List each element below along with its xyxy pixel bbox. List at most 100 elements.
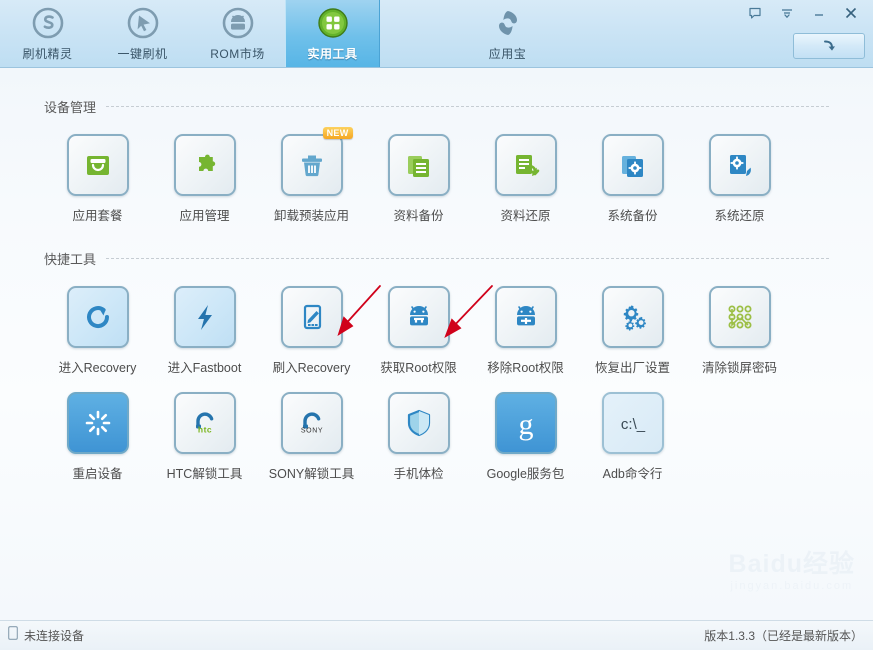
android-root-remove-icon [508, 299, 544, 335]
tool-label: 手机体检 [393, 463, 443, 482]
shield-icon [401, 405, 437, 441]
tool-tile [174, 286, 236, 348]
trash-icon [294, 147, 330, 183]
tool-sony-unlock[interactable]: SONY SONY解锁工具 [258, 392, 365, 482]
htc-unlock-icon: htc [187, 405, 223, 441]
window-controls [739, 0, 867, 26]
menu-icon[interactable] [771, 0, 803, 26]
tools-content-area: 设备管理 应用套餐 [0, 68, 873, 620]
tool-system-backup[interactable]: 系统备份 [579, 134, 686, 224]
svg-text:c:\_: c:\_ [620, 416, 645, 433]
tab-label: ROM市场 [210, 45, 265, 62]
tool-tile [67, 392, 129, 454]
tool-label: 清除锁屏密码 [702, 357, 777, 376]
documents-restore-icon [508, 147, 544, 183]
tool-data-restore[interactable]: 资料还原 [472, 134, 579, 224]
rom-market-icon [220, 5, 256, 41]
watermark: Baidu经验 jingyan.baidu.com [729, 552, 855, 592]
tab-utility-tools[interactable]: 实用工具 [285, 0, 380, 67]
tool-tile [495, 134, 557, 196]
reboot-spinner-icon [80, 405, 116, 441]
minimize-icon[interactable] [803, 0, 835, 26]
tool-remove-root[interactable]: 移除Root权限 [472, 286, 579, 376]
tool-label: 资料备份 [393, 205, 443, 224]
download-button[interactable] [793, 33, 865, 59]
tool-tile [67, 134, 129, 196]
tool-tile [388, 134, 450, 196]
tab-label: 刷机精灵 [22, 45, 72, 62]
svg-text:htc: htc [197, 425, 211, 435]
section-quick-tools: 快捷工具 进入Recovery [44, 246, 829, 482]
tool-get-root[interactable]: 获取Root权限 [365, 286, 472, 376]
section-divider [106, 106, 829, 107]
tool-label: 应用管理 [179, 205, 229, 224]
tool-reboot-device[interactable]: 重启设备 [44, 392, 151, 482]
tool-label: 恢复出厂设置 [595, 357, 670, 376]
quick-tools-grid: 进入Recovery 进入Fastboot [44, 270, 829, 482]
tab-one-key-flash[interactable]: 一键刷机 [95, 0, 190, 67]
section-device-management: 设备管理 应用套餐 [44, 68, 829, 224]
tab-label: 一键刷机 [117, 45, 167, 62]
tool-label: Google服务包 [487, 463, 565, 482]
refresh-circle-icon [80, 299, 116, 335]
tool-label: HTC解锁工具 [167, 463, 243, 482]
tool-system-restore[interactable]: 系统还原 [686, 134, 793, 224]
tool-tile [281, 286, 343, 348]
tool-uninstall-preinstalled[interactable]: NEW 卸载预装应用 [258, 134, 365, 224]
tool-tile [602, 286, 664, 348]
tab-label: 实用工具 [307, 45, 357, 62]
tool-app-package[interactable]: 应用套餐 [44, 134, 151, 224]
section-title: 设备管理 [44, 97, 96, 116]
svg-text:g: g [518, 408, 533, 441]
tool-phone-checkup[interactable]: 手机体检 [365, 392, 472, 482]
tool-tile: SONY [281, 392, 343, 454]
tool-label: 系统备份 [607, 205, 657, 224]
tool-tile: c:\_ [602, 392, 664, 454]
application-window: 刷机精灵 一键刷机 [0, 0, 873, 650]
tool-label: 进入Recovery [59, 357, 137, 376]
device-status-text: 未连接设备 [24, 627, 84, 644]
tool-tile: g [495, 392, 557, 454]
status-bar: 未连接设备 版本1.3.3（已经是最新版本） [0, 620, 873, 650]
section-header: 设备管理 [44, 94, 829, 118]
section-title: 快捷工具 [44, 249, 96, 268]
tool-enter-recovery[interactable]: 进入Recovery [44, 286, 151, 376]
tab-rom-market[interactable]: ROM市场 [190, 0, 285, 67]
gears-icon [615, 299, 651, 335]
device-status: 未连接设备 [8, 626, 84, 645]
device-management-grid: 应用套餐 应用管理 [44, 118, 829, 224]
tool-tile [174, 134, 236, 196]
phone-pencil-icon [294, 299, 330, 335]
tool-factory-reset[interactable]: 恢复出厂设置 [579, 286, 686, 376]
tool-adb-command-line[interactable]: c:\_ Adb命令行 [579, 392, 686, 482]
tool-google-services[interactable]: g Google服务包 [472, 392, 579, 482]
tool-app-management[interactable]: 应用管理 [151, 134, 258, 224]
tool-label: 系统还原 [714, 205, 764, 224]
tool-label: 进入Fastboot [168, 357, 242, 376]
version-text: 版本1.3.3（已经是最新版本） [704, 627, 863, 644]
feedback-icon[interactable] [739, 0, 771, 26]
section-header: 快捷工具 [44, 246, 829, 270]
tool-clear-lockscreen[interactable]: 清除锁屏密码 [686, 286, 793, 376]
tool-tile [709, 286, 771, 348]
new-badge: NEW [323, 127, 353, 139]
tab-flash-genie[interactable]: 刷机精灵 [0, 0, 95, 67]
section-divider [106, 258, 829, 259]
tool-label: Adb命令行 [603, 463, 663, 482]
tool-tile [388, 392, 450, 454]
tool-flash-recovery[interactable]: 刷入Recovery [258, 286, 365, 376]
close-icon[interactable] [835, 0, 867, 26]
app-package-icon [80, 147, 116, 183]
system-restore-icon [722, 147, 758, 183]
watermark-title: Baidu经验 [729, 552, 855, 577]
tool-htc-unlock[interactable]: htc HTC解锁工具 [151, 392, 258, 482]
tool-tile: htc [174, 392, 236, 454]
title-bar: 刷机精灵 一键刷机 [0, 0, 873, 68]
google-icon: g [508, 405, 544, 441]
tool-label: 资料还原 [500, 205, 550, 224]
tab-app-treasure[interactable]: 应用宝 [460, 0, 555, 67]
tool-enter-fastboot[interactable]: 进入Fastboot [151, 286, 258, 376]
tool-data-backup[interactable]: 资料备份 [365, 134, 472, 224]
pattern-lock-icon [722, 299, 758, 335]
one-key-flash-icon [125, 5, 161, 41]
